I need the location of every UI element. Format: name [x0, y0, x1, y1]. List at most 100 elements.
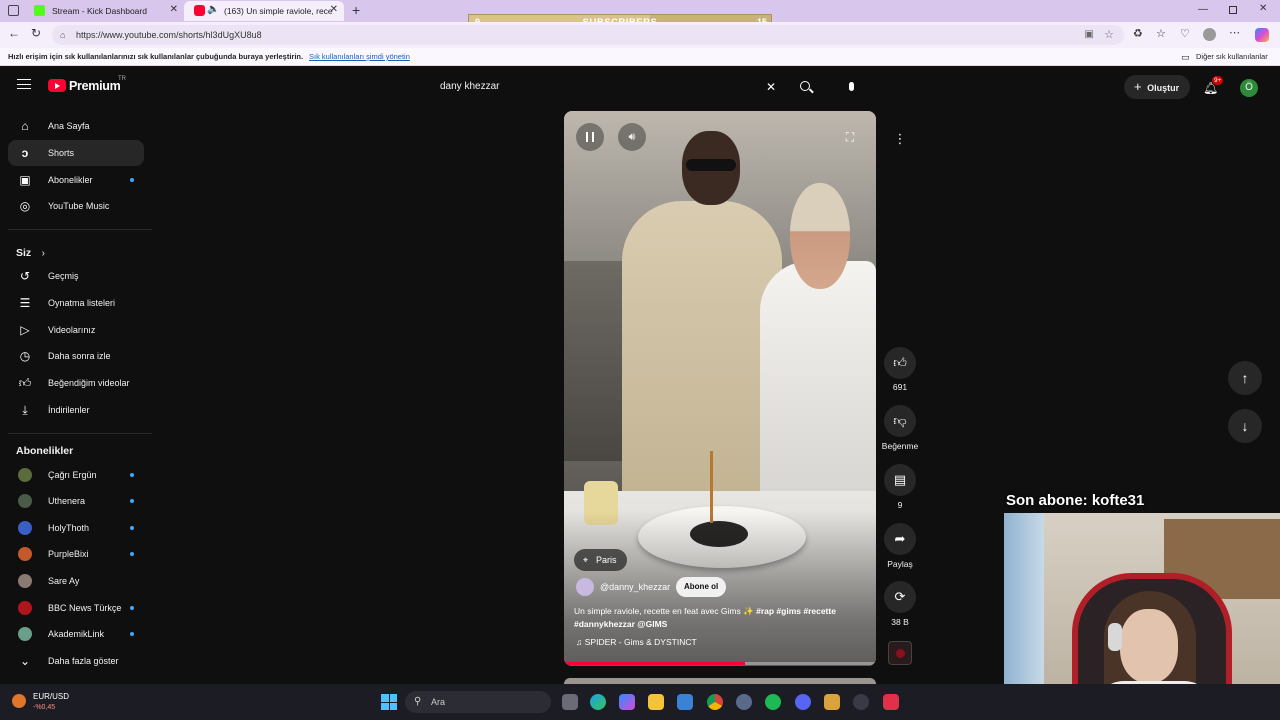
- sidebar-channel-bbc-news-turkce[interactable]: BBC News Türkçe: [8, 595, 144, 621]
- more-options-button[interactable]: ⋮: [888, 127, 912, 151]
- sidebar-item-downloads[interactable]: ⤓ İndirilenler: [8, 397, 144, 423]
- channel-handle[interactable]: @danny_khezzar: [600, 582, 670, 592]
- favorites-bar-hint: Hızlı erişim için sık kullanılanlarınızı…: [8, 52, 304, 61]
- close-tab-icon[interactable]: ✕: [170, 4, 178, 15]
- sidebar-channel-uthenera[interactable]: Uthenera: [8, 488, 144, 514]
- taskbar-search[interactable]: ⚲ Ara: [405, 691, 551, 713]
- sidebar-channel-cagri-ergun[interactable]: Çağrı Ergün: [8, 462, 144, 488]
- pause-button[interactable]: [576, 123, 604, 151]
- tab-label: Stream - Kick Dashboard: [52, 6, 147, 16]
- account-avatar[interactable]: Ö: [1240, 79, 1258, 97]
- manage-favorites-link[interactable]: Sık kullanılanları şimdi yönetin: [309, 48, 410, 66]
- pause-icon: [586, 132, 594, 142]
- spotify-icon[interactable]: [765, 694, 781, 710]
- sidebar-item-your-videos[interactable]: ▷ Videolarınız: [8, 317, 144, 343]
- volume-icon: 🔊︎: [628, 131, 636, 143]
- other-favorites[interactable]: Diğer sık kullanılanlar: [1196, 48, 1268, 66]
- subscriptions-heading: Abonelikler: [16, 445, 74, 457]
- next-short-button[interactable]: ↓: [1228, 409, 1262, 443]
- url-field[interactable]: ⌂ https://www.youtube.com/shorts/hl3dUgX…: [52, 25, 1124, 45]
- channel-avatar[interactable]: [576, 578, 594, 596]
- kick-icon: [34, 5, 45, 16]
- sidebar-item-playlists[interactable]: ☰ Oynatma listeleri: [8, 290, 144, 316]
- edge-browser-icon[interactable]: [590, 694, 606, 710]
- file-explorer-icon[interactable]: [648, 694, 664, 710]
- short-hashtags[interactable]: #rap #gims #recette: [756, 606, 836, 616]
- sidebar-channel-holythoth[interactable]: HolyThoth: [8, 515, 144, 541]
- sound-thumbnail[interactable]: [888, 641, 912, 665]
- sidebar-show-more[interactable]: ⌄ Daha fazla göster: [8, 648, 144, 674]
- more-menu-icon[interactable]: ⋯: [1229, 26, 1240, 39]
- youtube-logo[interactable]: [48, 79, 66, 92]
- settings-app-icon[interactable]: [736, 694, 752, 710]
- favorite-star-icon[interactable]: ☆: [1104, 25, 1114, 45]
- sidebar-channel-sare-ay[interactable]: Sare Ay: [8, 568, 144, 594]
- sidebar-channel-purplebixi[interactable]: PurpleBixi: [8, 541, 144, 567]
- short-hashtags-2[interactable]: #dannykhezzar @GIMS: [574, 619, 667, 629]
- start-button[interactable]: [381, 694, 397, 710]
- speaker-icon[interactable]: 🔈: [207, 4, 219, 15]
- remix-button[interactable]: ⟳: [884, 581, 916, 613]
- sidebar-item-youtube-music[interactable]: ◎ YouTube Music: [8, 193, 144, 219]
- clear-search-icon[interactable]: ✕: [766, 76, 776, 98]
- sidebar-item-shorts[interactable]: ↄ Shorts: [8, 140, 144, 166]
- back-button[interactable]: ←: [8, 26, 20, 40]
- streaming-app-icon[interactable]: [883, 694, 899, 710]
- sidebar-item-subscriptions[interactable]: ▣ Abonelikler: [8, 167, 144, 193]
- chrome-icon[interactable]: [707, 694, 723, 710]
- previous-short-button[interactable]: ↑: [1228, 361, 1262, 395]
- video-progress-track[interactable]: [564, 662, 876, 665]
- sidebar-item-watch-later[interactable]: ◷ Daha sonra izle: [8, 343, 144, 369]
- create-button[interactable]: + Oluştur: [1124, 75, 1190, 99]
- volume-button[interactable]: 🔊︎: [618, 123, 646, 151]
- you-heading: Siz: [16, 247, 32, 259]
- favorites-icon[interactable]: ☆: [1156, 27, 1166, 40]
- address-bar-row: ← ↻ ⌂ https://www.youtube.com/shorts/hl3…: [0, 22, 1280, 48]
- app-icon[interactable]: [824, 694, 840, 710]
- search-button[interactable]: [792, 76, 820, 98]
- tab-actions-icon[interactable]: [8, 5, 19, 16]
- search-input[interactable]: dany khezzar ✕: [430, 76, 788, 98]
- extension-icon[interactable]: ♻: [1133, 27, 1143, 40]
- sidebar-item-home[interactable]: ⌂ Ana Sayfa: [8, 113, 144, 139]
- menu-icon[interactable]: [17, 79, 31, 89]
- task-view-icon[interactable]: [562, 694, 578, 710]
- subscribe-button[interactable]: Abone ol: [676, 577, 727, 597]
- site-info-icon[interactable]: ⌂: [60, 25, 65, 45]
- new-tab-button[interactable]: +: [352, 2, 360, 18]
- arrow-down-icon: ↓: [1241, 418, 1249, 434]
- tab-kick-dashboard[interactable]: Stream - Kick Dashboard ✕: [24, 1, 184, 21]
- music-row[interactable]: ♫ SPIDER - Gims & DYSTINCT: [576, 637, 697, 647]
- voice-search-button[interactable]: [838, 74, 864, 100]
- copilot-icon[interactable]: [1255, 28, 1269, 42]
- store-icon[interactable]: [677, 694, 693, 710]
- like-button[interactable]: 👍︎: [884, 347, 916, 379]
- copilot-taskbar-icon[interactable]: [619, 694, 635, 710]
- share-button[interactable]: ➦: [884, 523, 916, 555]
- close-window-button[interactable]: ✕: [1259, 3, 1267, 14]
- youtube-icon: [194, 5, 205, 16]
- sidebar-item-history[interactable]: ↺ Geçmiş: [8, 263, 144, 289]
- url-text: https://www.youtube.com/shorts/hl3dUgXU8…: [76, 30, 262, 40]
- obs-icon[interactable]: [853, 694, 869, 710]
- close-tab-icon[interactable]: ✕: [330, 4, 338, 15]
- location-chip[interactable]: ⌖ Paris: [574, 549, 627, 571]
- browser-essentials-icon[interactable]: ♡: [1180, 27, 1190, 40]
- sidebar-item-liked-videos[interactable]: 👍︎ Beğendiğim videolar: [8, 370, 144, 396]
- video-icon: ▷: [20, 323, 30, 337]
- maximize-button[interactable]: [1229, 6, 1237, 14]
- dislike-button[interactable]: 👎︎: [884, 405, 916, 437]
- sidebar-you-header[interactable]: Siz ›: [16, 243, 45, 261]
- profile-icon[interactable]: [1203, 28, 1216, 41]
- sidebar-channel-akademiklink[interactable]: AkademikLink: [8, 621, 144, 647]
- read-aloud-icon[interactable]: ▣: [1085, 25, 1094, 45]
- sidebar-item-label: Sare Ay: [48, 576, 80, 586]
- refresh-button[interactable]: ↻: [31, 26, 41, 40]
- minimize-button[interactable]: —: [1198, 4, 1208, 15]
- discord-icon[interactable]: [795, 694, 811, 710]
- shorts-video-player[interactable]: 🔊︎ ⛶ ⌖ Paris @danny_khezzar Abone ol Un …: [564, 111, 876, 666]
- comments-button[interactable]: ▤: [884, 464, 916, 496]
- fullscreen-button[interactable]: ⛶: [836, 123, 864, 151]
- sidebar-item-label: Çağrı Ergün: [48, 470, 97, 480]
- tab-youtube-short[interactable]: 🔈 (163) Un simple raviole, rece ✕: [184, 1, 344, 21]
